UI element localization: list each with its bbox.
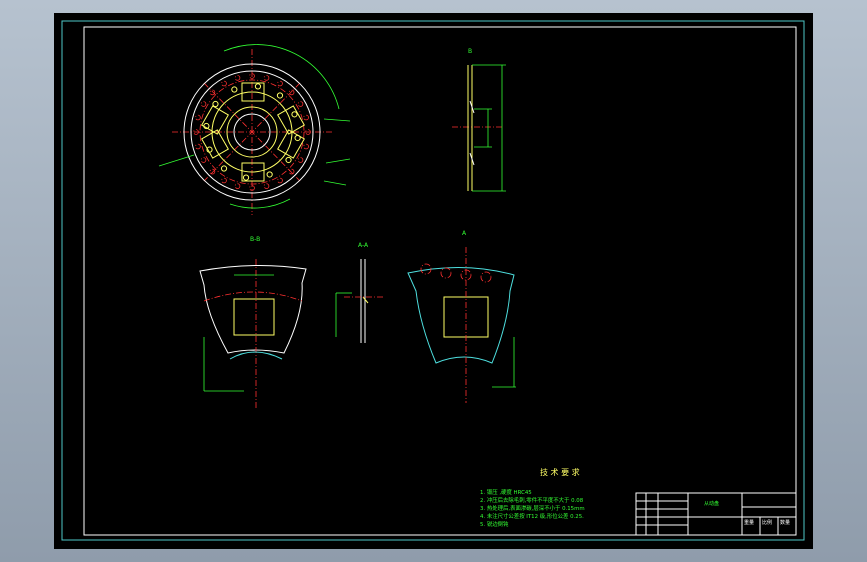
tech-requirements-title: 技 术 要 求 [540,467,580,477]
detail-view-left [199,259,307,409]
label-section-a: A-A [358,242,369,249]
tech-requirements: 技 术 要 求 1. 锻压 ,硬度 HRC45 2. 冲压后去除毛刺,零件不平度… [480,467,585,528]
rivet-hole [242,174,250,181]
rivet-hole [291,111,298,118]
outer-hole [288,89,295,96]
main-disc-view [158,44,351,215]
outer-hole [200,157,207,163]
outer-hole [288,168,295,175]
title-block: 从动盘 重量 比例 数量 [635,492,797,536]
rivet-hole [212,100,219,108]
rivet-hole [276,92,284,99]
outer-hole [195,143,201,150]
scale-label: 比例 [762,519,772,526]
label-section-b: B-B [250,236,260,243]
outer-hole [297,157,304,163]
outer-hole [209,89,216,96]
outer-hole [263,183,270,189]
tech-req-item-2: 2. 冲压后去除毛刺,零件不平度不大于 0.08 [480,496,584,504]
rivet-hole [266,171,273,178]
outer-hole [234,183,241,189]
outer-hole [303,143,309,150]
thin-section-view [335,259,384,343]
tech-req-item-1: 1. 锻压 ,硬度 HRC45 [480,488,532,496]
detail-view-right [407,247,516,403]
part-name: 从动盘 [704,500,719,507]
outer-hole [277,80,283,87]
outer-hole [221,177,227,184]
engineering-drawing: B-B A-A A B 技 术 要 求 1. 锻压 ,硬度 HRC45 2. 冲… [61,20,805,541]
outer-hole [303,114,309,121]
outer-hole [195,114,201,121]
outer-hole [277,177,283,184]
outer-hole [209,168,216,175]
label-view-a: A [462,230,467,237]
side-section-view [452,64,506,192]
outer-hole [200,101,207,107]
rivet-hole [285,156,292,164]
qty-label: 数量 [780,519,790,526]
tech-req-item-3: 3. 热处理后,表面渗碳,层深不小于 0.15mm [480,504,585,512]
weight-label: 重量 [744,519,754,526]
outer-frame [61,20,805,541]
outer-hole [234,75,241,81]
label-view-b: B [468,48,472,55]
rivet-hole [254,83,262,90]
rivet-hole [294,134,301,142]
outer-hole [263,75,270,81]
rivet-hole [220,165,228,172]
outer-hole [221,80,227,87]
rivet-hole [231,86,238,93]
outer-hole [297,101,304,107]
cad-viewport[interactable]: B-B A-A A B 技 术 要 求 1. 锻压 ,硬度 HRC45 2. 冲… [54,13,813,549]
tech-req-item-5: 5. 锐边倒钝 [480,520,509,528]
tech-req-item-4: 4. 未注尺寸公差按 IT12 级,形位公差 0.25. [480,512,584,520]
